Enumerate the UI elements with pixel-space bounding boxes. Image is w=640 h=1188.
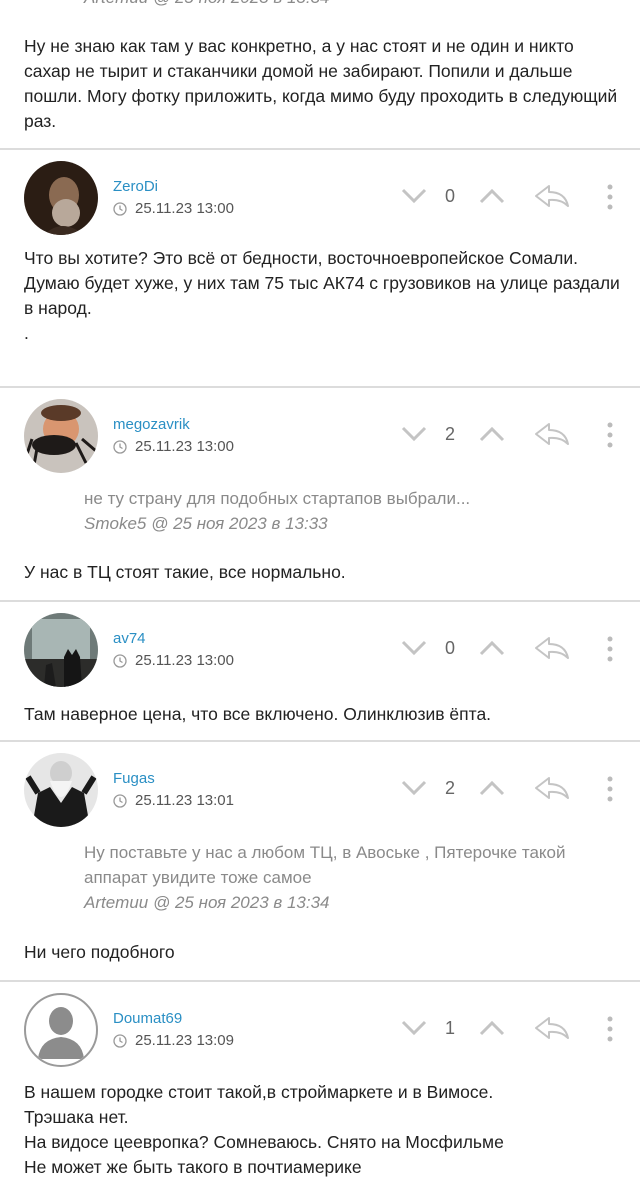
username-link[interactable]: Fugas (113, 770, 155, 787)
quote-text: не ту страну для подобных стартапов выбр… (84, 489, 471, 508)
timestamp: 25.11.23 13:01 (113, 792, 234, 809)
comment: Fugas 25.11.23 13:01 2 Ну поставьте у на… (0, 742, 640, 982)
reply-icon[interactable] (533, 635, 571, 661)
more-vertical-icon[interactable] (602, 635, 618, 663)
quoted-reply: не ту страну для подобных стартапов выбр… (84, 486, 624, 536)
more-vertical-icon[interactable] (602, 1015, 618, 1043)
clock-icon (113, 439, 127, 454)
chevron-down-icon[interactable] (400, 186, 428, 206)
chevron-up-icon[interactable] (478, 186, 506, 206)
timestamp: 25.11.23 13:00 (113, 200, 234, 217)
quote-author: Artemuu @ 25 ноя 2023 в 13:34 (84, 0, 330, 8)
reply-icon[interactable] (533, 421, 571, 447)
more-vertical-icon[interactable] (602, 183, 618, 211)
vote-count: 2 (444, 778, 455, 798)
more-vertical-icon[interactable] (602, 775, 618, 803)
vote-count: 0 (444, 186, 455, 206)
username-link[interactable]: Doumat69 (113, 1010, 182, 1027)
chevron-up-icon[interactable] (478, 778, 506, 798)
avatar[interactable] (24, 399, 98, 473)
timestamp: 25.11.23 13:00 (113, 438, 234, 455)
clock-icon (113, 201, 127, 216)
vote-count: 0 (444, 638, 455, 658)
comment-text: Ни чего подобного (24, 942, 175, 962)
timestamp-text: 25.11.23 13:00 (135, 438, 234, 455)
quote-author[interactable]: Smoke5 @ 25 ноя 2023 в 13:33 (84, 511, 624, 536)
comment-text: В нашем городке стоит такой,в строймарке… (24, 1082, 504, 1177)
chevron-down-icon[interactable] (400, 778, 428, 798)
username-link[interactable]: megozavrik (113, 416, 190, 433)
chevron-down-icon[interactable] (400, 424, 428, 444)
username-link[interactable]: ZeroDi (113, 178, 158, 195)
timestamp: 25.11.23 13:00 (113, 652, 234, 669)
timestamp-text: 25.11.23 13:09 (135, 1032, 234, 1049)
timestamp: 25.11.23 13:09 (113, 1032, 234, 1049)
comment: ZeroDi 25.11.23 13:00 0 Что вы хотите? Э… (0, 150, 640, 388)
comment: Doumat69 25.11.23 13:09 1 В нашем городк… (0, 982, 640, 1188)
timestamp-text: 25.11.23 13:00 (135, 652, 234, 669)
chevron-up-icon[interactable] (478, 1018, 506, 1038)
comment-text: У нас в ТЦ стоят такие, все нормально. (24, 562, 346, 582)
timestamp-text: 25.11.23 13:01 (135, 792, 234, 809)
comment-text: Что вы хотите? Это всё от бедности, вост… (24, 248, 620, 343)
chevron-up-icon[interactable] (478, 424, 506, 444)
quote-author[interactable]: Artemuu @ 25 ноя 2023 в 13:34 (84, 890, 624, 915)
clock-icon (113, 1033, 127, 1048)
previous-comment-fragment: Artemuu @ 25 ноя 2023 в 13:34 Ну не знаю… (0, 0, 640, 150)
avatar[interactable] (24, 753, 98, 827)
quote-text: Ну поставьте у нас а любом ТЦ, в Авоське… (84, 843, 566, 887)
comment: megozavrik 25.11.23 13:00 2 не ту страну… (0, 388, 640, 602)
username-link[interactable]: av74 (113, 630, 146, 647)
clock-icon (113, 653, 127, 668)
clock-icon (113, 793, 127, 808)
reply-icon[interactable] (533, 775, 571, 801)
vote-count: 2 (444, 424, 455, 444)
comment-text: Ну не знаю как там у вас конкретно, а у … (24, 36, 618, 131)
comment-text: Там наверное цена, что все включено. Оли… (24, 704, 492, 724)
avatar[interactable] (24, 993, 98, 1067)
avatar[interactable] (24, 161, 98, 235)
chevron-up-icon[interactable] (478, 638, 506, 658)
comment: av74 25.11.23 13:00 0 Там наверное цена,… (0, 602, 640, 742)
chevron-down-icon[interactable] (400, 1018, 428, 1038)
avatar[interactable] (24, 613, 98, 687)
timestamp-text: 25.11.23 13:00 (135, 200, 234, 217)
reply-icon[interactable] (533, 183, 571, 209)
chevron-down-icon[interactable] (400, 638, 428, 658)
vote-count: 1 (444, 1018, 455, 1038)
reply-icon[interactable] (533, 1015, 571, 1041)
quoted-reply: Ну поставьте у нас а любом ТЦ, в Авоське… (84, 840, 624, 915)
more-vertical-icon[interactable] (602, 421, 618, 449)
